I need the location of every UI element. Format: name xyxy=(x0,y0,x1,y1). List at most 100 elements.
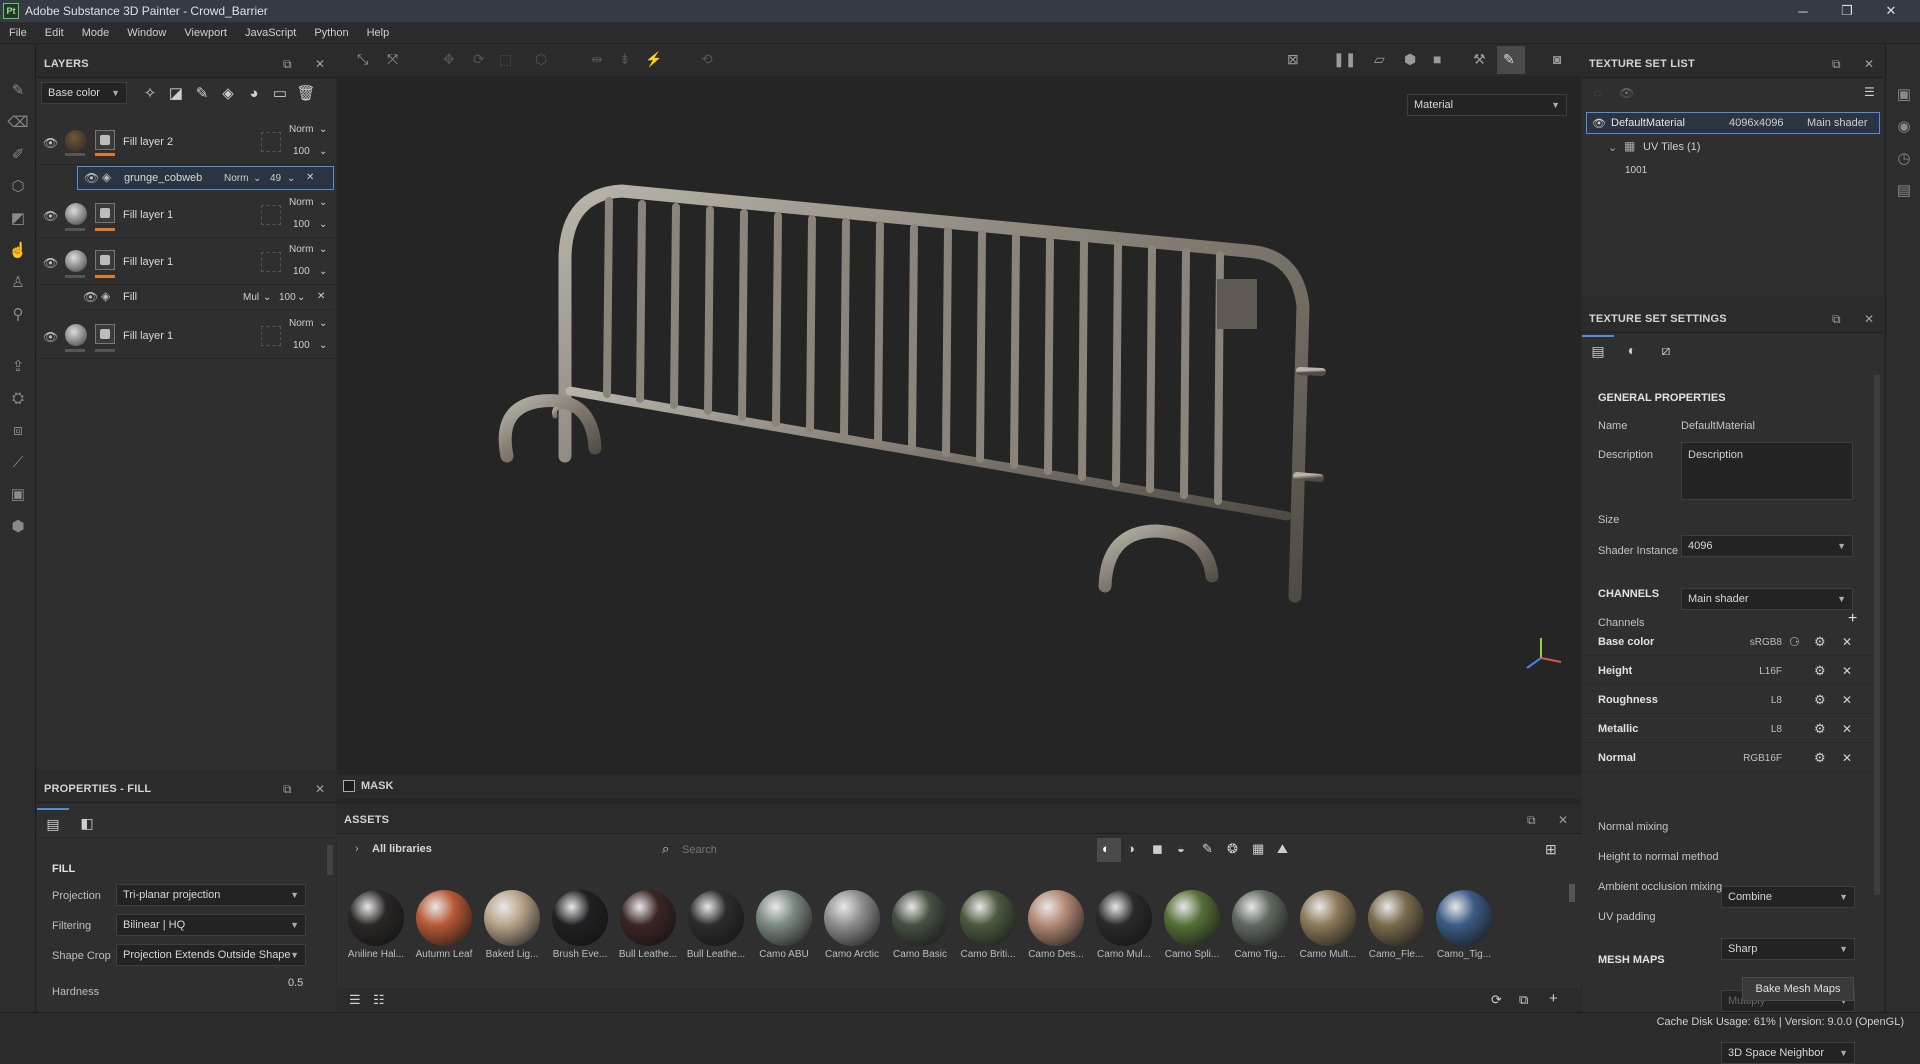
gear-icon[interactable]: ⚙ xyxy=(1814,692,1826,708)
material-tile[interactable]: Camo Arctic xyxy=(821,890,883,960)
remove-channel-icon[interactable]: ✕ xyxy=(1842,722,1852,736)
generator-filter-icon[interactable]: ◒ xyxy=(1177,841,1185,856)
scrollbar[interactable] xyxy=(327,845,333,875)
remove-effect-icon[interactable]: ✕ xyxy=(317,291,325,302)
screenshot-icon[interactable]: ◙ xyxy=(1553,51,1561,67)
description-field[interactable]: Description xyxy=(1681,442,1853,500)
effect-row-selected[interactable]: 👁 ◈ grunge_cobweb Norm ⌄ 49 ⌄ ✕ xyxy=(77,166,334,190)
close-panel-icon[interactable]: ✕ xyxy=(315,57,325,71)
move-icon[interactable]: ✥ xyxy=(443,51,455,68)
layer-row[interactable]: 👁 Fill layer 1 Norm ⌄ 100 ⌄ xyxy=(37,240,336,285)
new-window-icon[interactable]: ⧉ xyxy=(1519,992,1528,1008)
shape-crop-select[interactable]: Projection Extends Outside Shape ▼ xyxy=(116,944,306,966)
close-panel-icon[interactable]: ✕ xyxy=(1864,57,1874,71)
remove-channel-icon[interactable]: ✕ xyxy=(1842,635,1852,649)
channel-format[interactable]: sRGB8 xyxy=(1750,637,1782,648)
layer-name[interactable]: Fill layer 1 xyxy=(123,209,173,221)
display-settings-icon[interactable]: ▣ xyxy=(1886,78,1920,110)
eraser-icon[interactable]: ⌫ xyxy=(0,106,36,138)
channel-select[interactable]: Base color ▼ xyxy=(41,82,127,104)
float-panel-icon[interactable]: ⧉ xyxy=(1527,813,1536,828)
smudge-icon[interactable]: ☝ xyxy=(0,234,36,266)
gear-icon[interactable]: ⚙ xyxy=(1814,721,1826,737)
fill-tab-icon[interactable]: ▤ xyxy=(37,808,69,838)
menu-edit[interactable]: Edit xyxy=(36,27,73,39)
layer-opacity[interactable]: 100 xyxy=(293,266,310,277)
material-tile[interactable]: Brush Eve... xyxy=(549,890,611,960)
shader-tab-icon[interactable]: ◐ xyxy=(1616,335,1648,365)
settings-tab-icon[interactable]: ▤ xyxy=(1582,335,1614,365)
uv-tile-item[interactable]: 1001 xyxy=(1625,165,1647,176)
menu-file[interactable]: File xyxy=(0,27,36,39)
brush-icon[interactable]: ✎ xyxy=(1503,51,1515,68)
environment-filter-icon[interactable]: ⛰ xyxy=(1277,841,1288,857)
blend-mode[interactable]: Mul xyxy=(243,292,259,303)
add-channel-icon[interactable]: + xyxy=(1848,610,1857,628)
menu-window[interactable]: Window xyxy=(118,27,175,39)
polygon-fill-icon[interactable]: ◩ xyxy=(0,202,36,234)
list-view-icon[interactable]: ☰ xyxy=(349,992,361,1008)
material-tile[interactable]: Bull Leathe... xyxy=(617,890,679,960)
particle-filter-icon[interactable]: ❂ xyxy=(1227,841,1238,857)
smart-material-filter-icon[interactable]: ◑ xyxy=(1127,841,1135,856)
eye-icon[interactable]: 👁 xyxy=(1619,86,1634,100)
menu-javascript[interactable]: JavaScript xyxy=(236,27,305,39)
visibility-eye-icon[interactable]: 👁 xyxy=(84,171,99,185)
channel-row[interactable]: Base color sRGB8 ⚆ ⚙ ✕ xyxy=(1582,628,1874,656)
color-profile-icon[interactable]: ⚆ xyxy=(1789,635,1800,649)
paint-brush-icon[interactable]: ✎ xyxy=(0,74,36,106)
snap-icon[interactable]: ⚒ xyxy=(1473,51,1486,68)
visibility-eye-icon[interactable]: 👁 xyxy=(1592,117,1606,130)
material-tile[interactable]: Autumn Leaf xyxy=(413,890,475,960)
visibility-eye-icon[interactable]: 👁 xyxy=(43,209,58,223)
library-selector[interactable]: All libraries xyxy=(372,843,432,855)
material-tile[interactable]: Camo Basic xyxy=(889,890,951,960)
menu-mode[interactable]: Mode xyxy=(73,27,119,39)
material-tile[interactable]: Aniline Hal... xyxy=(345,890,407,960)
name-value[interactable]: DefaultMaterial xyxy=(1681,420,1755,432)
material-tile[interactable]: Camo Spli... xyxy=(1161,890,1223,960)
snapshot-icon[interactable]: ▣ xyxy=(0,478,36,510)
delete-layer-icon[interactable]: 🗑 xyxy=(293,80,319,106)
material-tile[interactable]: Camo Briti... xyxy=(957,890,1019,960)
float-panel-icon[interactable]: ⧉ xyxy=(1832,312,1841,327)
uv-padding-select[interactable]: 3D Space Neighbor ▼ xyxy=(1721,1042,1855,1064)
log-icon[interactable]: ▤ xyxy=(1886,174,1920,206)
menu-viewport[interactable]: Viewport xyxy=(175,27,236,39)
material-tile[interactable]: Camo Mul... xyxy=(1093,890,1155,960)
layer-row[interactable]: 👁 Fill layer 1 Norm ⌄ 100 ⌄ xyxy=(37,314,336,359)
close-panel-icon[interactable]: ✕ xyxy=(1558,813,1568,827)
channel-row[interactable]: Normal RGB16F ⚙ ✕ xyxy=(1582,744,1874,772)
layer-row[interactable]: 👁 Fill layer 2 Norm ⌄ 100 ⌄ xyxy=(37,120,336,165)
pause-icon[interactable]: ❚❚ xyxy=(1333,51,1356,68)
camera-icon[interactable]: ■ xyxy=(1433,51,1441,67)
material-tile[interactable]: Camo Mult... xyxy=(1297,890,1359,960)
gear-icon[interactable]: ⚙ xyxy=(1814,750,1826,766)
visibility-eye-icon[interactable]: 👁 xyxy=(83,290,98,304)
material-tile[interactable]: Camo_Fle... xyxy=(1365,890,1427,960)
iray-icon[interactable]: ⧈ xyxy=(0,414,36,446)
geometry-fill-icon[interactable]: ⬡ xyxy=(0,170,36,202)
reset-icon[interactable]: ⟲ xyxy=(701,51,713,68)
scrollbar[interactable] xyxy=(1874,375,1880,895)
bake-icon[interactable]: ⛭ xyxy=(0,382,36,414)
remove-channel-icon[interactable]: ✕ xyxy=(1842,751,1852,765)
layer-opacity[interactable]: 100 xyxy=(293,219,310,230)
uv-transform-icon[interactable]: ⤧ xyxy=(387,51,398,68)
layer-opacity[interactable]: 100 xyxy=(293,146,310,157)
gear-icon[interactable]: ⚙ xyxy=(1814,663,1826,679)
scrollbar[interactable] xyxy=(1569,884,1575,902)
mask-checkbox[interactable] xyxy=(343,780,355,792)
menu-icon[interactable]: ☰ xyxy=(1864,85,1875,99)
close-panel-icon[interactable]: ✕ xyxy=(315,782,325,796)
hardness-value[interactable]: 0.5 xyxy=(288,977,303,989)
layer-opacity[interactable]: 100 xyxy=(293,340,310,351)
add-paint-layer-icon[interactable]: ✎ xyxy=(189,80,215,106)
transform-icon[interactable]: ⤡ xyxy=(357,51,368,68)
blend-mode[interactable]: Norm xyxy=(289,124,313,135)
size-select[interactable]: 4096 ▼ xyxy=(1681,535,1853,557)
blend-mode[interactable]: Norm xyxy=(289,244,313,255)
gear-icon[interactable]: ⚙ xyxy=(1814,634,1826,650)
float-panel-icon[interactable]: ⧉ xyxy=(283,57,292,72)
scale-icon[interactable]: ⬚ xyxy=(499,51,512,68)
